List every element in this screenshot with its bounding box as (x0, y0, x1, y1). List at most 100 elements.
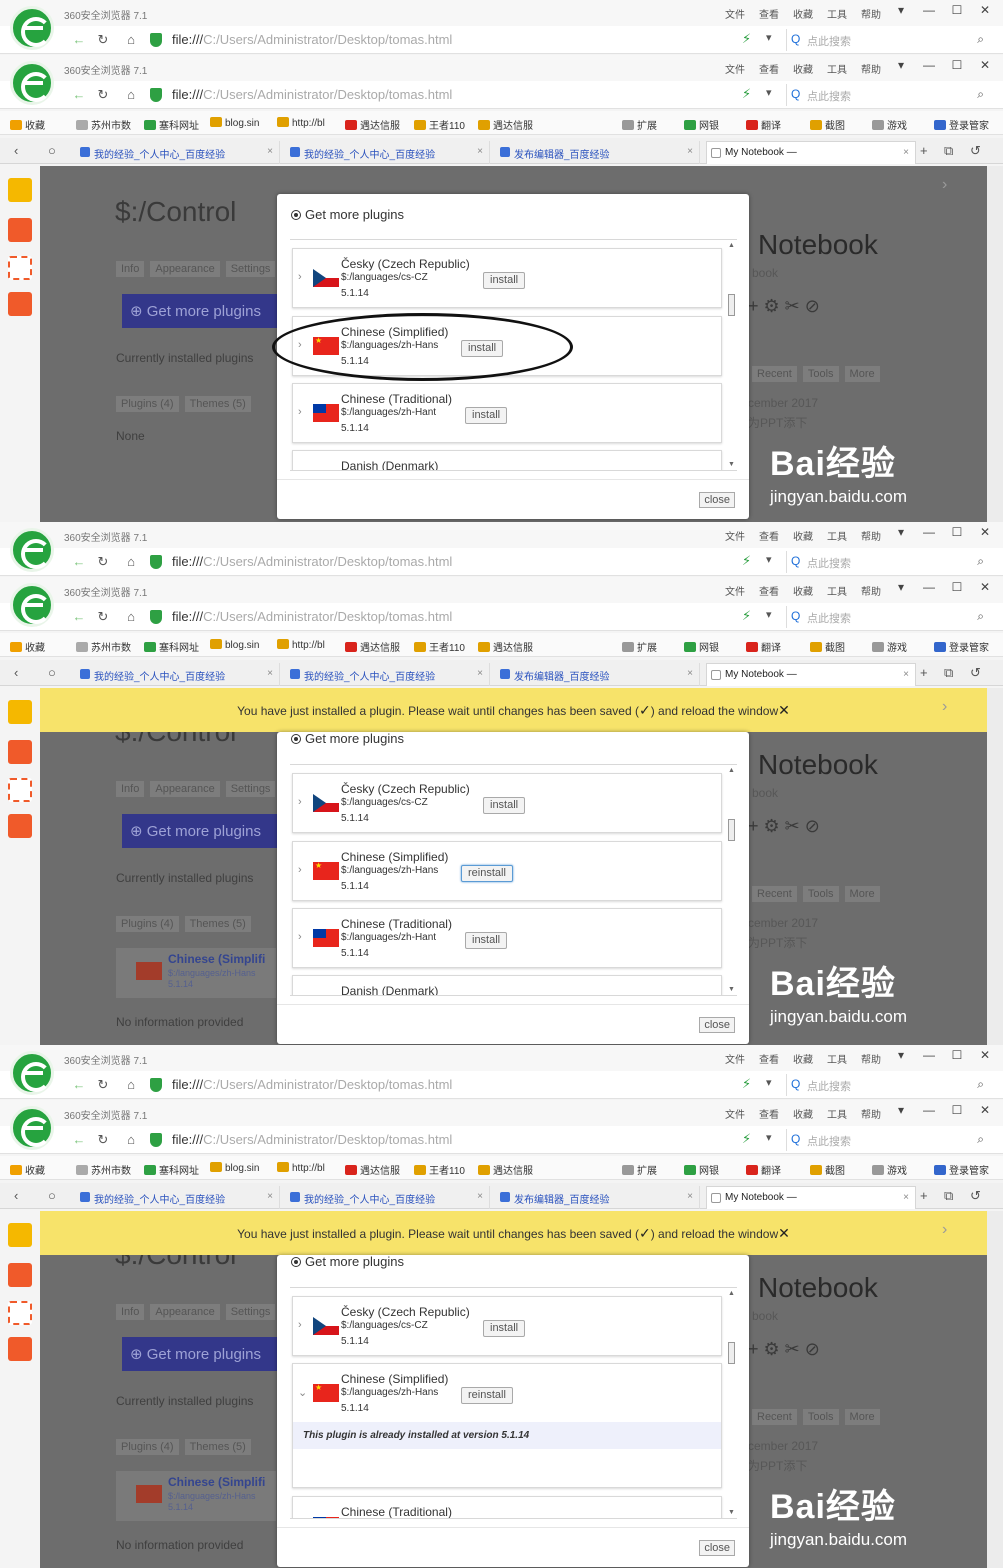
favorites-star-icon[interactable] (8, 178, 32, 202)
menu-0[interactable]: 文件 (725, 6, 745, 21)
favorite-item[interactable]: http://bl (277, 639, 325, 651)
favorite-item[interactable]: 塞科网址 (144, 117, 199, 132)
skin-icon[interactable]: ▾ (893, 58, 909, 72)
search-input[interactable]: Q 点此搜索 ⌕ (786, 1129, 994, 1151)
chevron-right-icon[interactable]: › (942, 176, 947, 194)
minimize-icon[interactable]: — (921, 1103, 937, 1117)
maximize-icon[interactable]: ☐ (949, 580, 965, 594)
tab-close-icon[interactable]: × (687, 146, 693, 157)
tab-close-icon[interactable]: × (477, 146, 483, 157)
minimize-icon[interactable]: — (921, 525, 937, 539)
skin-icon[interactable]: ▾ (893, 1048, 909, 1062)
maximize-icon[interactable]: ☐ (949, 1103, 965, 1117)
search-engine-icon[interactable]: Q (791, 554, 800, 568)
favorite-item[interactable]: blog.sin (210, 1162, 259, 1174)
page-scrollbar[interactable] (987, 166, 1003, 522)
favorite-item[interactable]: 翻译 (746, 117, 781, 132)
search-engine-icon[interactable]: Q (791, 1132, 800, 1146)
tab-3[interactable]: My Notebook — × (706, 1186, 916, 1209)
tab-0[interactable]: 我的经验_个人中心_百度经验 × (76, 663, 280, 686)
tab-2[interactable]: 发布编辑器_百度经验 × (496, 663, 700, 686)
chevron-right-icon[interactable]: › (298, 406, 302, 418)
get-more-plugins-button[interactable]: ⊕ Get more plugins (122, 294, 282, 328)
speed-mode-icon[interactable]: ⚡ (742, 86, 751, 102)
menu-2[interactable]: 收藏 (793, 1051, 813, 1066)
favorite-item[interactable]: 截图 (810, 639, 845, 654)
skin-icon[interactable]: ▾ (893, 1103, 909, 1117)
scroll-up-icon[interactable]: ▲ (728, 242, 735, 249)
close-button[interactable]: close (699, 1017, 735, 1033)
restore-tab-icon[interactable]: ⧉ (944, 143, 953, 159)
search-input[interactable]: Q 点此搜索 ⌕ (786, 84, 994, 106)
close-icon[interactable]: ✕ (977, 1103, 993, 1117)
favorite-item[interactable]: 王者110 (414, 639, 465, 654)
notification-close-icon[interactable]: ✕ (778, 702, 790, 718)
speed-mode-icon[interactable]: ⚡ (742, 1076, 751, 1092)
favorite-item[interactable]: 截图 (810, 1162, 845, 1177)
menu-1[interactable]: 查看 (759, 61, 779, 76)
favorite-item[interactable]: 登录管家 (934, 117, 989, 132)
gift-icon[interactable] (8, 1337, 32, 1361)
refresh-icon[interactable]: ↻ (94, 1131, 112, 1149)
home-icon[interactable]: ⌂ (122, 86, 140, 104)
new-tab-icon[interactable]: + (920, 143, 928, 158)
tab-3[interactable]: My Notebook — × (706, 141, 916, 164)
plugin-list[interactable]: › Česky (Czech Republic) $:/languages/cs-C… (290, 1287, 737, 1519)
plugin-item[interactable]: › Chinese (Traditional)$:/languages/zh-Ha… (292, 383, 722, 443)
scroll-thumb[interactable] (728, 294, 735, 316)
weibo-icon[interactable] (8, 218, 32, 242)
plugin-subtab-0[interactable]: Plugins (4) (116, 396, 179, 412)
chevron-right-icon[interactable]: › (298, 864, 302, 876)
minimize-icon[interactable]: — (921, 580, 937, 594)
plugin-subtab-0[interactable]: Plugins (4) (116, 916, 179, 932)
menu-4[interactable]: 帮助 (861, 583, 881, 598)
control-tab-0[interactable]: Info (116, 261, 145, 277)
tab-1[interactable]: 我的经验_个人中心_百度经验 × (286, 141, 490, 164)
favorite-item[interactable]: 收藏 (10, 117, 45, 132)
search-engine-icon[interactable]: Q (791, 32, 800, 46)
search-engine-icon[interactable]: Q (791, 609, 800, 623)
tab-close-icon[interactable]: × (477, 668, 483, 679)
notification-close-icon[interactable]: ✕ (778, 1225, 790, 1241)
favorite-item[interactable]: 网银 (684, 1162, 719, 1177)
favorite-item[interactable]: 王者110 (414, 1162, 465, 1177)
tab-home-icon[interactable]: ○ (48, 1188, 56, 1203)
maximize-icon[interactable]: ☐ (949, 58, 965, 72)
menu-0[interactable]: 文件 (725, 1051, 745, 1066)
control-tab-0[interactable]: Info (116, 781, 145, 797)
refresh-icon[interactable]: ↻ (94, 1076, 112, 1094)
chevron-down-icon[interactable]: ▾ (766, 31, 772, 44)
search-input[interactable]: Q 点此搜索 ⌕ (786, 606, 994, 628)
menu-2[interactable]: 收藏 (793, 583, 813, 598)
maximize-icon[interactable]: ☐ (949, 3, 965, 17)
close-icon[interactable]: ✕ (977, 525, 993, 539)
favorite-item[interactable]: 翻译 (746, 639, 781, 654)
get-more-plugins-button[interactable]: ⊕ Get more plugins (122, 814, 282, 848)
menu-3[interactable]: 工具 (827, 583, 847, 598)
weibo-icon[interactable] (8, 740, 32, 764)
close-button[interactable]: close (699, 1540, 735, 1556)
tab-2[interactable]: 发布编辑器_百度经验 × (496, 1186, 700, 1209)
control-tab-2[interactable]: Settings (225, 781, 276, 797)
menu-2[interactable]: 收藏 (793, 528, 813, 543)
notebook-tab-0[interactable]: Recent (752, 886, 797, 902)
favorite-item[interactable]: 收藏 (10, 639, 45, 654)
get-more-plugins-button[interactable]: ⊕ Get more plugins (122, 1337, 282, 1371)
undo-close-icon[interactable]: ↺ (970, 143, 981, 159)
search-engine-icon[interactable]: Q (791, 1077, 800, 1091)
tab-1[interactable]: 我的经验_个人中心_百度经验 × (286, 663, 490, 686)
url-field[interactable]: file:///C:/Users/Administrator/Desktop/t… (172, 87, 452, 102)
menu-3[interactable]: 工具 (827, 61, 847, 76)
mail-icon[interactable] (8, 1301, 32, 1325)
menu-3[interactable]: 工具 (827, 1051, 847, 1066)
close-icon[interactable]: ✕ (977, 58, 993, 72)
scroll-up-icon[interactable]: ▲ (728, 767, 735, 774)
tab-close-icon[interactable]: × (903, 669, 909, 680)
menu-0[interactable]: 文件 (725, 1106, 745, 1121)
plugin-subtab-1[interactable]: Themes (5) (184, 1439, 251, 1455)
mail-icon[interactable] (8, 256, 32, 280)
menu-4[interactable]: 帮助 (861, 61, 881, 76)
chevron-down-icon[interactable]: ▾ (766, 553, 772, 566)
url-field[interactable]: file:///C:/Users/Administrator/Desktop/t… (172, 554, 452, 569)
install-button[interactable]: install (465, 407, 508, 424)
